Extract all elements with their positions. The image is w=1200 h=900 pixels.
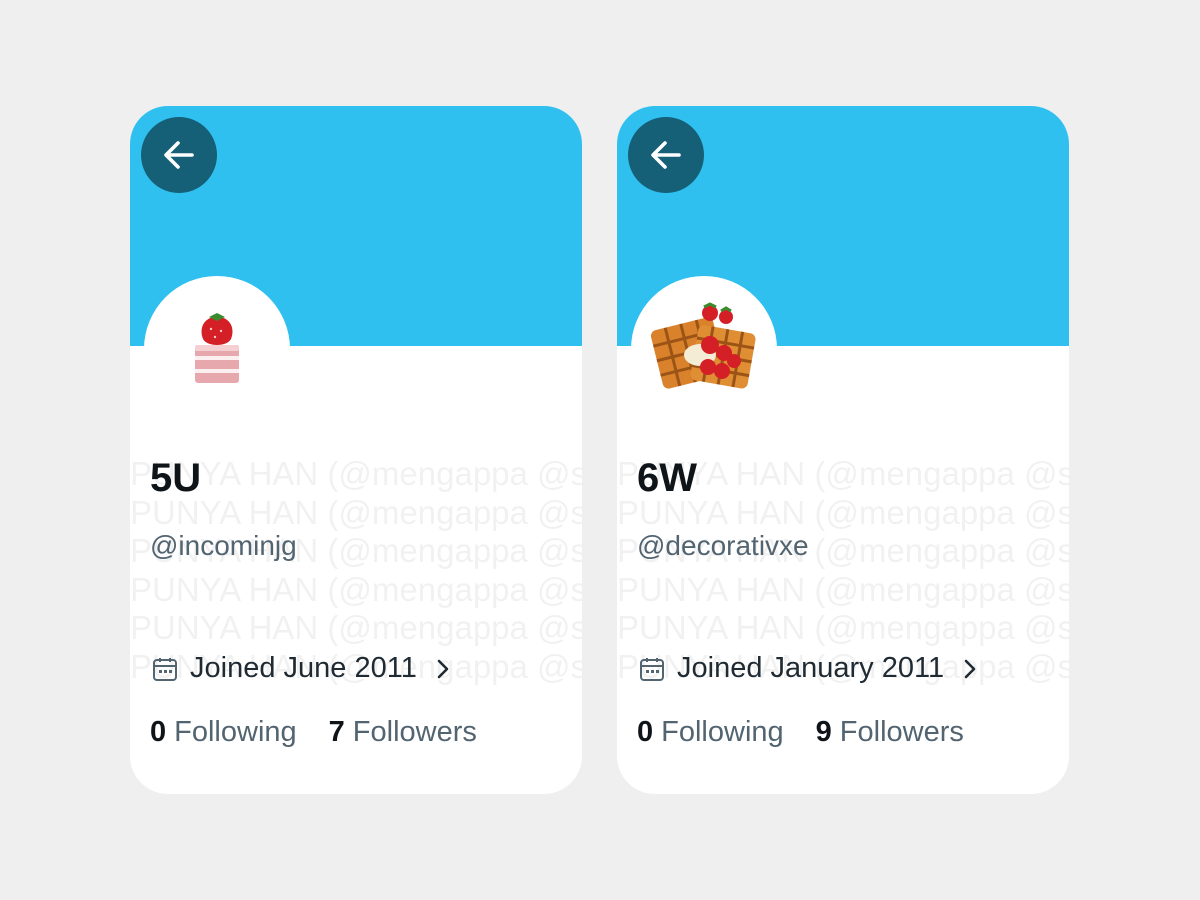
watermark-line: PUNYA HAN (@mengappa @sourcxes @lovxelie…: [617, 609, 1069, 647]
watermark-line: PUNYA HAN (@mengappa @sourcxes @lovxelie…: [617, 570, 1069, 608]
following-label: Following: [661, 716, 784, 748]
calendar-icon: [153, 657, 177, 681]
user-handle: @incominjg: [150, 530, 297, 561]
following-label: Following: [174, 716, 297, 748]
follow-stats: 0 Following 9 Followers: [637, 716, 964, 749]
following-count: 0: [637, 716, 654, 748]
followers-label: Followers: [839, 716, 964, 748]
watermark-line: PUNYA HAN (@mengappa @sourcxes @lovxelie…: [130, 609, 582, 647]
arrow-left-icon: [651, 141, 681, 169]
following-link[interactable]: 0 Following: [150, 716, 297, 749]
arrow-left-icon: [164, 141, 194, 169]
follow-stats: 0 Following 7 Followers: [150, 716, 477, 749]
joined-date-row[interactable]: Joined January 2011: [639, 652, 980, 685]
joined-date: Joined June 2011: [190, 652, 417, 684]
chevron-right-icon: [437, 659, 449, 678]
display-name: 5U: [150, 456, 202, 500]
avatar[interactable]: [144, 276, 290, 422]
avatar[interactable]: [631, 276, 777, 422]
chevron-right-icon: [964, 659, 976, 678]
strawberry-cake-emoji: [195, 313, 239, 383]
followers-label: Followers: [352, 716, 477, 748]
profile-card: PUNYA HAN (@mengappa @sourcxes @lovxelie…: [617, 106, 1069, 794]
followers-link[interactable]: 9 Followers: [816, 716, 964, 749]
watermark-line: PUNYA HAN (@mengappa @sourcxes @lovxelie…: [130, 570, 582, 608]
joined-date-row[interactable]: Joined June 2011: [152, 652, 453, 685]
user-handle: @decorativxe: [637, 530, 809, 561]
joined-date: Joined January 2011: [677, 652, 945, 684]
profile-card: PUNYA HAN (@mengappa @sourcxes @lovxelie…: [130, 106, 582, 794]
strawberry-waffle-emoji: [650, 302, 756, 389]
calendar-icon: [640, 657, 664, 681]
followers-count: 7: [328, 716, 345, 748]
display-name: 6W: [637, 456, 697, 500]
followers-link[interactable]: 7 Followers: [329, 716, 477, 749]
back-button[interactable]: [628, 117, 704, 193]
back-button[interactable]: [141, 117, 217, 193]
followers-count: 9: [815, 716, 832, 748]
following-link[interactable]: 0 Following: [637, 716, 784, 749]
following-count: 0: [150, 716, 167, 748]
